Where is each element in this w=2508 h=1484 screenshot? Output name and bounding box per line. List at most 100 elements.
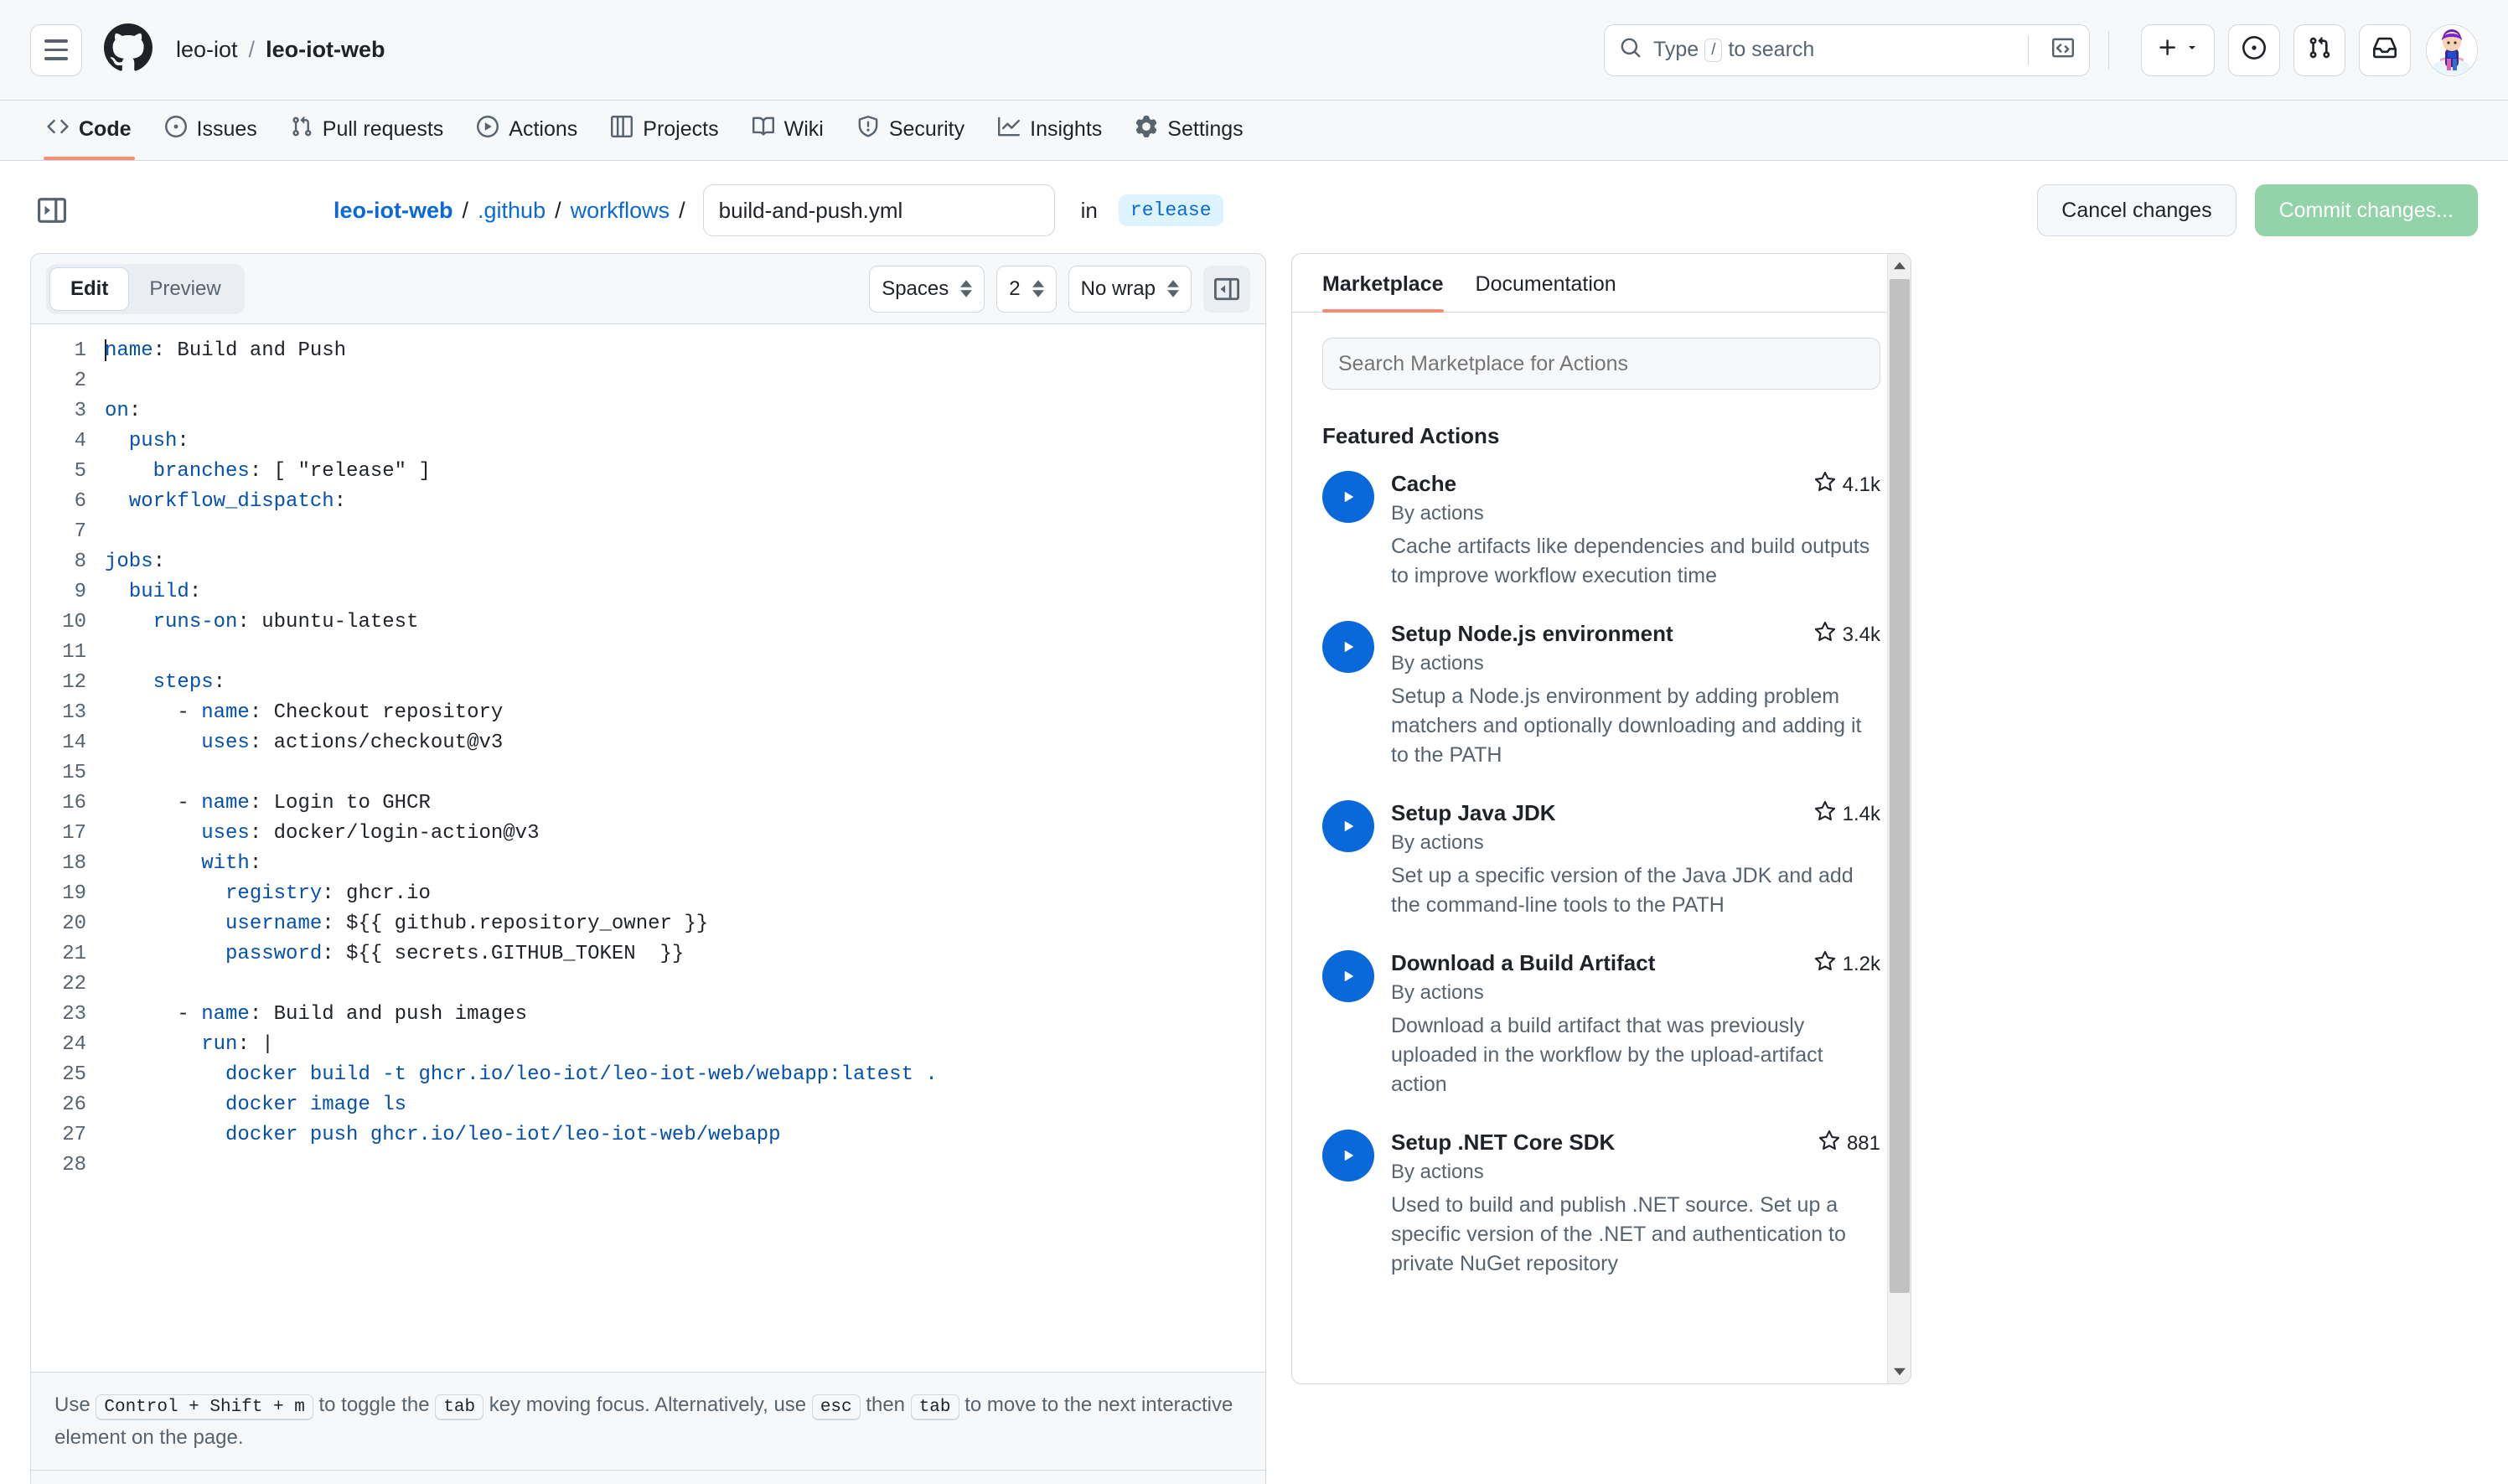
- nav-tab-projects[interactable]: Projects: [594, 116, 735, 160]
- editor-toolbar: Edit Preview Spaces 2 No wrap: [31, 254, 1265, 324]
- nav-tab-insights[interactable]: Insights: [981, 116, 1119, 160]
- nav-tab-wiki[interactable]: Wiki: [736, 116, 840, 160]
- line-content: uses: docker/login-action@v3: [105, 819, 539, 849]
- action-card[interactable]: Setup Java JDK 1.4k By actions Set up a spe…: [1322, 800, 1880, 920]
- action-head: Download a Build Artifact 1.2k: [1391, 950, 1880, 978]
- code-line: 11: [31, 638, 1265, 668]
- marketplace-search-input[interactable]: [1322, 338, 1880, 390]
- scrollbar-thumb[interactable]: [1889, 279, 1910, 1293]
- tab-preview[interactable]: Preview: [129, 267, 240, 311]
- breadcrumb-repo[interactable]: leo-iot-web: [266, 37, 385, 63]
- kbd-esc: esc: [811, 1394, 861, 1420]
- breadcrumb-owner[interactable]: leo-iot: [176, 37, 238, 63]
- code-line: 19 registry: ghcr.io: [31, 879, 1265, 909]
- action-description: Cache artifacts like dependencies and bu…: [1391, 535, 1870, 587]
- code-content[interactable]: 1 name: Build and Push 2 3 on: 4 push: 5 branc…: [31, 324, 1265, 1372]
- code-line: 18 with:: [31, 849, 1265, 879]
- breadcrumb-separator: /: [248, 37, 256, 62]
- token-key: run: [201, 1033, 238, 1056]
- play-icon: [477, 116, 499, 143]
- cancel-changes-button[interactable]: Cancel changes: [2037, 184, 2237, 236]
- terminal-icon[interactable]: [2052, 37, 2074, 63]
- tab-documentation[interactable]: Documentation: [1476, 272, 1616, 312]
- line-number: 11: [62, 641, 86, 664]
- token-plain: :: [213, 671, 226, 694]
- select-arrows-icon: [1032, 280, 1044, 297]
- avatar[interactable]: [2426, 23, 2478, 76]
- breadcrumb-slash: /: [462, 197, 469, 223]
- line-number: 19: [62, 882, 86, 905]
- code-line: 17 uses: docker/login-action@v3: [31, 819, 1265, 849]
- action-card[interactable]: Cache 4.1k By actions Cache artifacts like …: [1322, 471, 1880, 591]
- create-new-button[interactable]: [2141, 23, 2215, 76]
- search-input[interactable]: Type / to search: [1604, 23, 2090, 76]
- action-name: Download a Build Artifact: [1391, 950, 1656, 975]
- token-plain: : actions/checkout@v3: [249, 732, 504, 754]
- line-content: docker build -t ghcr.io/leo-iot/leo-iot-…: [105, 1060, 938, 1090]
- sidebar-collapse-icon[interactable]: [1203, 265, 1250, 313]
- nav-tab-settings[interactable]: Settings: [1119, 116, 1259, 160]
- kbd-tab-1: tab: [435, 1394, 484, 1420]
- token-cmd: docker image ls: [225, 1094, 407, 1116]
- hamburger-icon[interactable]: [30, 23, 82, 76]
- scrollbar-up-arrow-icon[interactable]: [1888, 254, 1911, 277]
- pull-requests-button[interactable]: [2293, 23, 2345, 76]
- token-key: name: [201, 1003, 250, 1026]
- line-number: 14: [62, 732, 86, 754]
- token-key: name: [201, 792, 250, 814]
- select-arrows-icon: [960, 280, 973, 297]
- action-description: Setup a Node.js environment by adding pr…: [1391, 685, 1862, 767]
- line-content: build:: [105, 577, 201, 608]
- action-author: By actions: [1391, 831, 1484, 854]
- scrollbar-track[interactable]: [1888, 277, 1911, 1360]
- tab-edit[interactable]: Edit: [49, 266, 130, 311]
- tab-marketplace[interactable]: Marketplace: [1322, 272, 1444, 313]
- token-cmd: docker push ghcr.io/leo-iot/leo-iot-web/…: [225, 1124, 781, 1146]
- star-count-text: 1.2k: [1842, 952, 1880, 975]
- select-arrows-icon: [1167, 280, 1179, 297]
- token-key: build: [128, 581, 189, 603]
- indent-mode-select[interactable]: Spaces: [869, 265, 985, 313]
- star-icon: [1814, 471, 1836, 499]
- github-logo-icon[interactable]: [104, 23, 153, 76]
- nav-tab-pull-requests[interactable]: Pull requests: [274, 116, 461, 160]
- action-body: Setup Node.js environment 3.4k By actions S…: [1391, 621, 1880, 770]
- line-content: steps:: [105, 668, 225, 698]
- marketplace-scrollbar[interactable]: [1887, 254, 1911, 1383]
- line-content: username: ${{ github.repository_owner }}: [105, 909, 708, 939]
- token-key: steps: [153, 671, 214, 694]
- nav-tab-code[interactable]: Code: [30, 116, 148, 160]
- nav-tab-security[interactable]: Security: [840, 116, 981, 160]
- wrap-mode-select[interactable]: No wrap: [1068, 265, 1192, 313]
- breadcrumb-dir-github[interactable]: .github: [478, 198, 546, 224]
- action-card[interactable]: Setup .NET Core SDK 881 By actions Used to …: [1322, 1130, 1880, 1279]
- code-line: 8 jobs:: [31, 547, 1265, 577]
- nav-tab-issues[interactable]: Issues: [148, 116, 274, 160]
- code-line: 7: [31, 517, 1265, 547]
- filename-input[interactable]: [702, 184, 1055, 236]
- action-card[interactable]: Download a Build Artifact 1.2k By actions D…: [1322, 950, 1880, 1099]
- token-plain: : ${{ github.repository_owner }}: [322, 913, 709, 935]
- line-content: uses: actions/checkout@v3: [105, 728, 503, 758]
- search-divider: [2028, 34, 2029, 65]
- action-name: Cache: [1391, 471, 1457, 496]
- breadcrumb-dir-workflows[interactable]: workflows: [571, 198, 670, 224]
- scrollbar-down-arrow-icon[interactable]: [1888, 1360, 1911, 1383]
- issues-button[interactable]: [2228, 23, 2280, 76]
- code-line: 15: [31, 758, 1265, 789]
- featured-actions-list: Cache 4.1k By actions Cache artifacts like …: [1322, 471, 1880, 1279]
- code-line: 2: [31, 366, 1265, 396]
- breadcrumb-repo-link[interactable]: leo-iot-web: [334, 198, 453, 224]
- action-star-count: 1.4k: [1814, 800, 1880, 828]
- action-card[interactable]: Setup Node.js environment 3.4k By actions S…: [1322, 621, 1880, 770]
- commit-changes-button[interactable]: Commit changes...: [2254, 184, 2478, 236]
- nav-tab-actions[interactable]: Actions: [460, 116, 594, 160]
- code-line: 27 docker push ghcr.io/leo-iot/leo-iot-w…: [31, 1120, 1265, 1150]
- sidebar-expand-icon[interactable]: [30, 189, 74, 232]
- notifications-inbox-button[interactable]: [2359, 23, 2411, 76]
- indent-size-select[interactable]: 2: [996, 265, 1057, 313]
